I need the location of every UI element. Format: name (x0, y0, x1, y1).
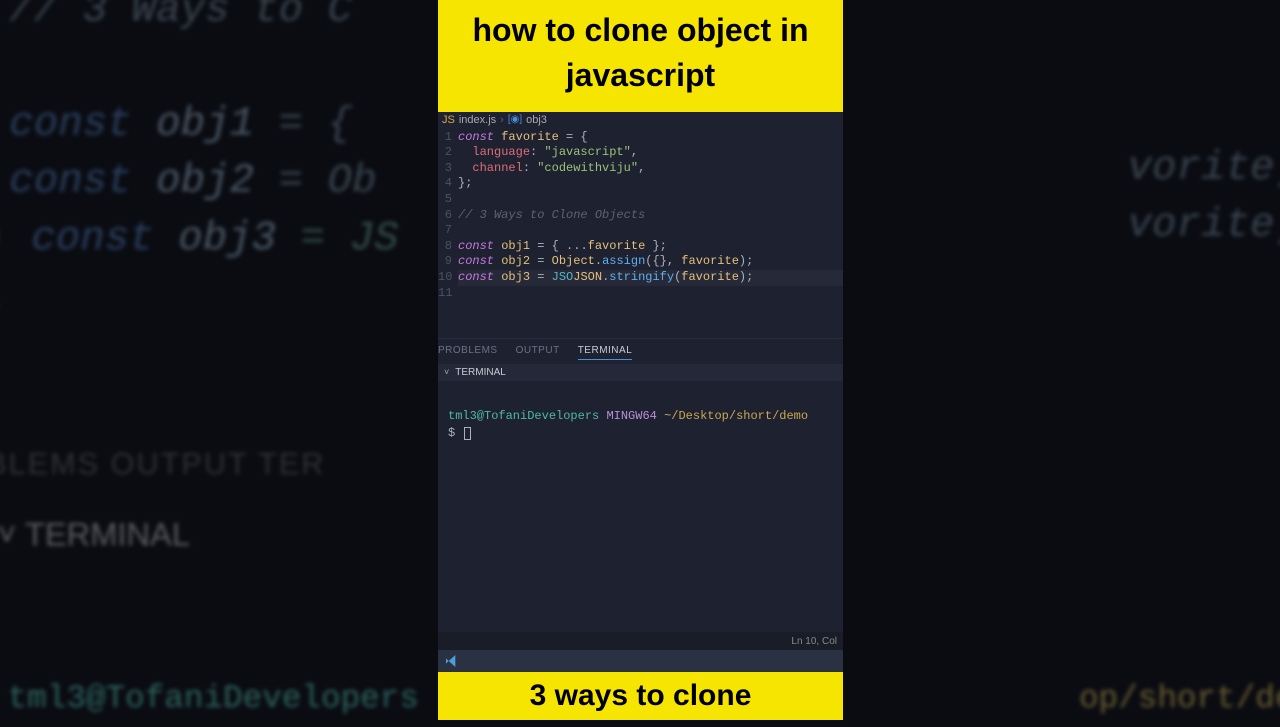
terminal-cursor (464, 427, 471, 440)
code-line[interactable]: }; (458, 176, 843, 192)
code-line[interactable]: const obj1 = { ...favorite }; (458, 239, 843, 255)
line-number: 5 (438, 192, 452, 208)
code-line[interactable]: const favorite = { (458, 130, 843, 146)
video-frame: how to clone object in javascript JS ind… (438, 0, 843, 720)
line-number: 4 (438, 176, 452, 192)
code-line[interactable]: language: "javascript", (458, 145, 843, 161)
terminal-prompt-line: tml3@TofaniDevelopers MINGW64 ~/Desktop/… (448, 409, 833, 425)
breadcrumb-file[interactable]: index.js (459, 114, 496, 126)
line-number: 1 (438, 130, 452, 146)
line-number: 9 (438, 254, 452, 270)
code-area[interactable]: const favorite = { language: "javascript… (458, 130, 843, 338)
terminal-body[interactable]: tml3@TofaniDevelopers MINGW64 ~/Desktop/… (438, 381, 843, 632)
code-line[interactable] (458, 192, 843, 208)
status-bar[interactable]: Ln 10, Col (438, 632, 843, 650)
line-number: 3 (438, 161, 452, 177)
line-number: 10 (438, 270, 452, 286)
terminal-input-line[interactable]: $ (448, 426, 833, 442)
terminal-header[interactable]: ˅ TERMINAL (438, 364, 843, 381)
code-line[interactable]: channel: "codewithviju", (458, 161, 843, 177)
panel-tab-output[interactable]: OUTPUT (516, 345, 560, 360)
code-line[interactable]: // 3 Ways to Clone Objects (458, 208, 843, 224)
taskbar[interactable] (438, 650, 843, 672)
breadcrumb[interactable]: JS index.js › [◉] obj3 (438, 112, 843, 128)
breadcrumb-separator: › (500, 114, 504, 126)
code-line[interactable] (458, 223, 843, 239)
line-number: 6 (438, 208, 452, 224)
line-number: 11 (438, 286, 452, 302)
symbol-icon: [◉] (508, 114, 522, 125)
code-line[interactable]: const obj3 = JSOJSON.stringify(favorite)… (458, 270, 843, 286)
bottom-banner: 3 ways to clone (438, 672, 843, 720)
line-number: 2 (438, 145, 452, 161)
cursor-position[interactable]: Ln 10, Col (791, 636, 837, 647)
line-number: 7 (438, 223, 452, 239)
panel-tab-problems[interactable]: PROBLEMS (438, 345, 498, 360)
panel-tab-terminal[interactable]: TERMINAL (578, 345, 633, 360)
js-file-icon: JS (442, 114, 455, 126)
panel-tabs: PROBLEMS OUTPUT TERMINAL (438, 338, 843, 364)
code-editor[interactable]: 1234567891011 const favorite = { languag… (438, 128, 843, 338)
title-banner: how to clone object in javascript (438, 0, 843, 112)
line-number: 8 (438, 239, 452, 255)
line-gutter: 1234567891011 (438, 130, 458, 338)
vscode-icon[interactable] (444, 653, 460, 669)
chevron-down-icon[interactable]: ˅ (444, 367, 449, 377)
terminal-header-label: TERMINAL (455, 367, 506, 378)
code-line[interactable]: const obj2 = Object.assign({}, favorite)… (458, 254, 843, 270)
breadcrumb-symbol[interactable]: obj3 (526, 114, 547, 126)
code-line[interactable] (458, 286, 843, 302)
